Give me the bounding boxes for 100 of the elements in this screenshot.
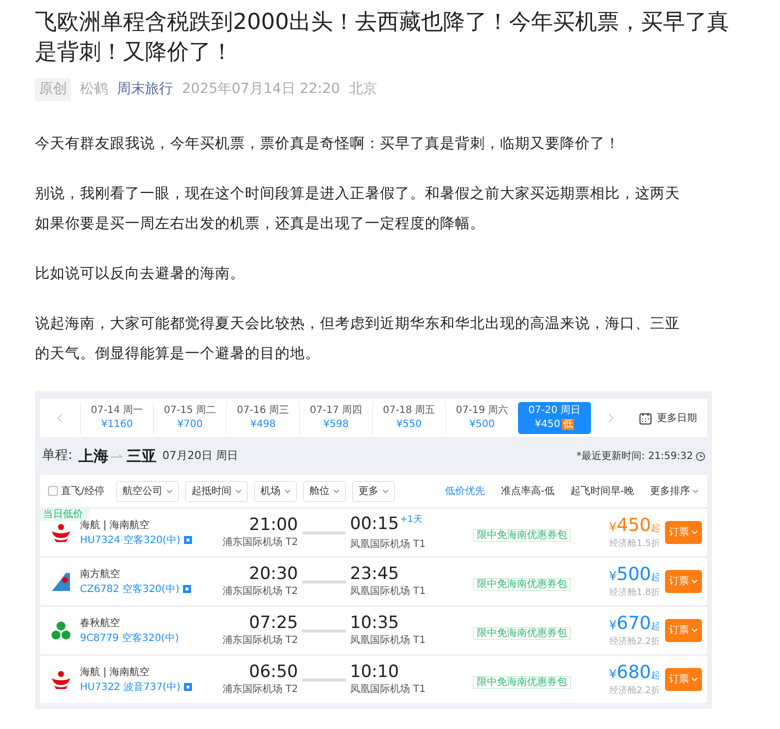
filter-dropdown[interactable]: 机场 <box>254 480 298 502</box>
chevron-down-icon <box>691 628 698 633</box>
chevron-down-icon <box>692 488 699 494</box>
lowest-price-tag: 当日低价 <box>40 509 89 521</box>
route-line <box>302 530 346 536</box>
chevron-down-icon <box>166 488 174 494</box>
chevron-down-icon <box>382 488 390 494</box>
route-line <box>302 578 346 584</box>
date-price: ¥450 <box>534 419 560 430</box>
date-price: ¥1160 <box>101 419 133 430</box>
date-label: 07-18 周五 <box>382 405 436 416</box>
filter-dropdown[interactable]: 航空公司 <box>116 480 180 502</box>
price-suffix: 起 <box>651 670 660 681</box>
clock-icon <box>696 452 705 460</box>
date-tab[interactable]: 07-16 周三 ¥498 <box>226 402 299 434</box>
date-price: ¥700 <box>177 419 203 430</box>
price-suffix: 起 <box>651 524 660 534</box>
date-tab[interactable]: 07-14 周一 ¥1160 <box>80 402 153 434</box>
calendar-icon <box>639 412 652 424</box>
paragraph: 今天有群友跟我说，今年买机票，票价真是奇怪啊：买早了真是背刺，临期又要降价了！ <box>35 134 621 154</box>
promo-tag: 限中免海南优惠券包 <box>473 528 571 542</box>
currency-sign: ¥ <box>609 666 617 681</box>
date-price: ¥500 <box>469 419 495 430</box>
arrival-time: 10:35 <box>350 613 399 633</box>
promo-tag: 限中免海南优惠券包 <box>473 676 571 688</box>
paragraph: 别说，我刚看了一眼，现在这个时间段算是进入正暑假了。和暑假之前大家买远期票相比，这两天如果你要是买一周左右出发的机票，还真是出现了一定程度的降幅。 <box>35 184 681 234</box>
currency-sign: ¥ <box>609 618 617 632</box>
airline-name: 海航 | 海南航空 <box>80 666 151 680</box>
article-title: 飞欧洲单程含税跌到2000出头！去西藏也降了！今年买机票，买早了真是背刺！又降价了！ <box>35 9 730 67</box>
date-label: 07-15 周二 <box>164 405 216 416</box>
swirl-logo-icon <box>52 670 70 688</box>
cabin-discount: 经济舱1.8折 <box>608 586 660 600</box>
arrival-airport: 凤凰国际机场 T1 <box>350 584 427 599</box>
date-label: 07-17 周四 <box>310 405 362 416</box>
author-name: 松鹤 <box>80 80 108 99</box>
sort-option[interactable]: 起飞时间早-晚 <box>570 484 634 498</box>
checkbox[interactable] <box>48 486 58 496</box>
publish-time: 2025年07月14日 22:20 <box>182 80 340 99</box>
arrival-time: 23:45 <box>350 564 399 584</box>
cabin-discount: 经济舱1.5折 <box>608 538 660 551</box>
arrival-airport: 凤凰国际机场 T1 <box>350 682 427 697</box>
promo-tag: 限中免海南优惠券包 <box>473 578 571 590</box>
departure-time: 06:50 <box>248 662 298 682</box>
date-price: ¥550 <box>396 419 422 430</box>
arrow-icon <box>111 453 124 459</box>
paragraph: 说起海南，大家可能都觉得夏天会比较热，但考虑到近期华东和华北出现的高温来说，海口、三亚的天气。倒显得能算是一个避暑的目的地。 <box>35 314 681 364</box>
price-suffix: 起 <box>651 572 660 583</box>
airline-name: 南方航空 <box>80 568 121 582</box>
chevron-down-icon <box>691 677 698 682</box>
departure-airport: 浦东国际机场 T2 <box>221 634 298 648</box>
chevron-left-icon <box>57 413 63 423</box>
chevron-down-icon <box>691 530 698 535</box>
airline-name: 春秋航空 <box>80 616 121 630</box>
departure-airport: 浦东国际机场 T2 <box>221 584 298 599</box>
origin-city: 上海 <box>78 446 108 467</box>
date-label: 07-19 周六 <box>456 405 508 416</box>
flight-price: 680 <box>616 662 651 683</box>
location: 北京 <box>349 80 378 99</box>
date-tab[interactable]: 07-18 周五 ¥550 <box>372 402 445 434</box>
leaf-logo-icon <box>52 621 70 639</box>
low-price-badge: 低 <box>562 419 574 430</box>
airline-name: 海航 | 海南航空 <box>80 518 151 532</box>
filter-dropdown[interactable]: 舱位 <box>303 480 346 502</box>
arrival-time: 00:15 <box>350 514 399 534</box>
swirl-logo-icon <box>52 524 70 542</box>
chevron-down-icon <box>691 579 698 584</box>
arrival-airport: 凤凰国际机场 T1 <box>350 538 427 552</box>
date-price: ¥598 <box>323 419 349 430</box>
sort-option[interactable]: 更多排序 <box>650 484 699 498</box>
arrival-time: 10:10 <box>350 662 399 682</box>
filter-dropdown[interactable]: 起抵时间 <box>185 480 248 502</box>
chevron-right-icon <box>608 413 614 423</box>
date-tab[interactable]: 07-17 周四 ¥598 <box>299 402 372 434</box>
more-dates-link[interactable]: 更多日期 <box>657 410 697 426</box>
date-tab[interactable]: 07-15 周二 ¥700 <box>153 402 226 434</box>
departure-time: 20:30 <box>248 564 298 584</box>
filter-dropdown[interactable]: 更多 <box>352 480 396 502</box>
departure-time: 07:25 <box>248 613 298 633</box>
update-time: *最近更新时间: 21:59:32 <box>576 450 693 464</box>
date-label: 07-14 周一 <box>90 405 144 416</box>
date-label: 07-20 周日 <box>528 405 581 416</box>
column-link[interactable]: 周末旅行 <box>117 79 173 100</box>
travel-date: 07月20日 周日 <box>162 448 238 464</box>
promo-tag: 限中免海南优惠券包 <box>473 626 571 640</box>
currency-sign: ¥ <box>609 520 617 534</box>
checkbox-label: 直飞/经停 <box>61 484 104 498</box>
date-price: ¥498 <box>250 419 276 430</box>
sort-option[interactable]: 准点率高-低 <box>500 484 554 498</box>
price-suffix: 起 <box>651 622 660 632</box>
flight-price: 670 <box>616 612 651 634</box>
chevron-down-icon <box>235 488 242 494</box>
tail-logo-icon <box>52 572 70 590</box>
arrival-airport: 凤凰国际机场 T1 <box>350 634 427 648</box>
departure-airport: 浦东国际机场 T2 <box>221 536 298 550</box>
paragraph: 比如说可以反向去避暑的海南。 <box>35 264 246 284</box>
next-day-mark: +1天 <box>400 514 422 524</box>
destination-city: 三亚 <box>126 446 156 467</box>
cabin-discount: 经济舱2.2折 <box>608 684 660 698</box>
currency-sign: ¥ <box>609 568 617 583</box>
trip-type-label: 单程: <box>42 447 72 466</box>
